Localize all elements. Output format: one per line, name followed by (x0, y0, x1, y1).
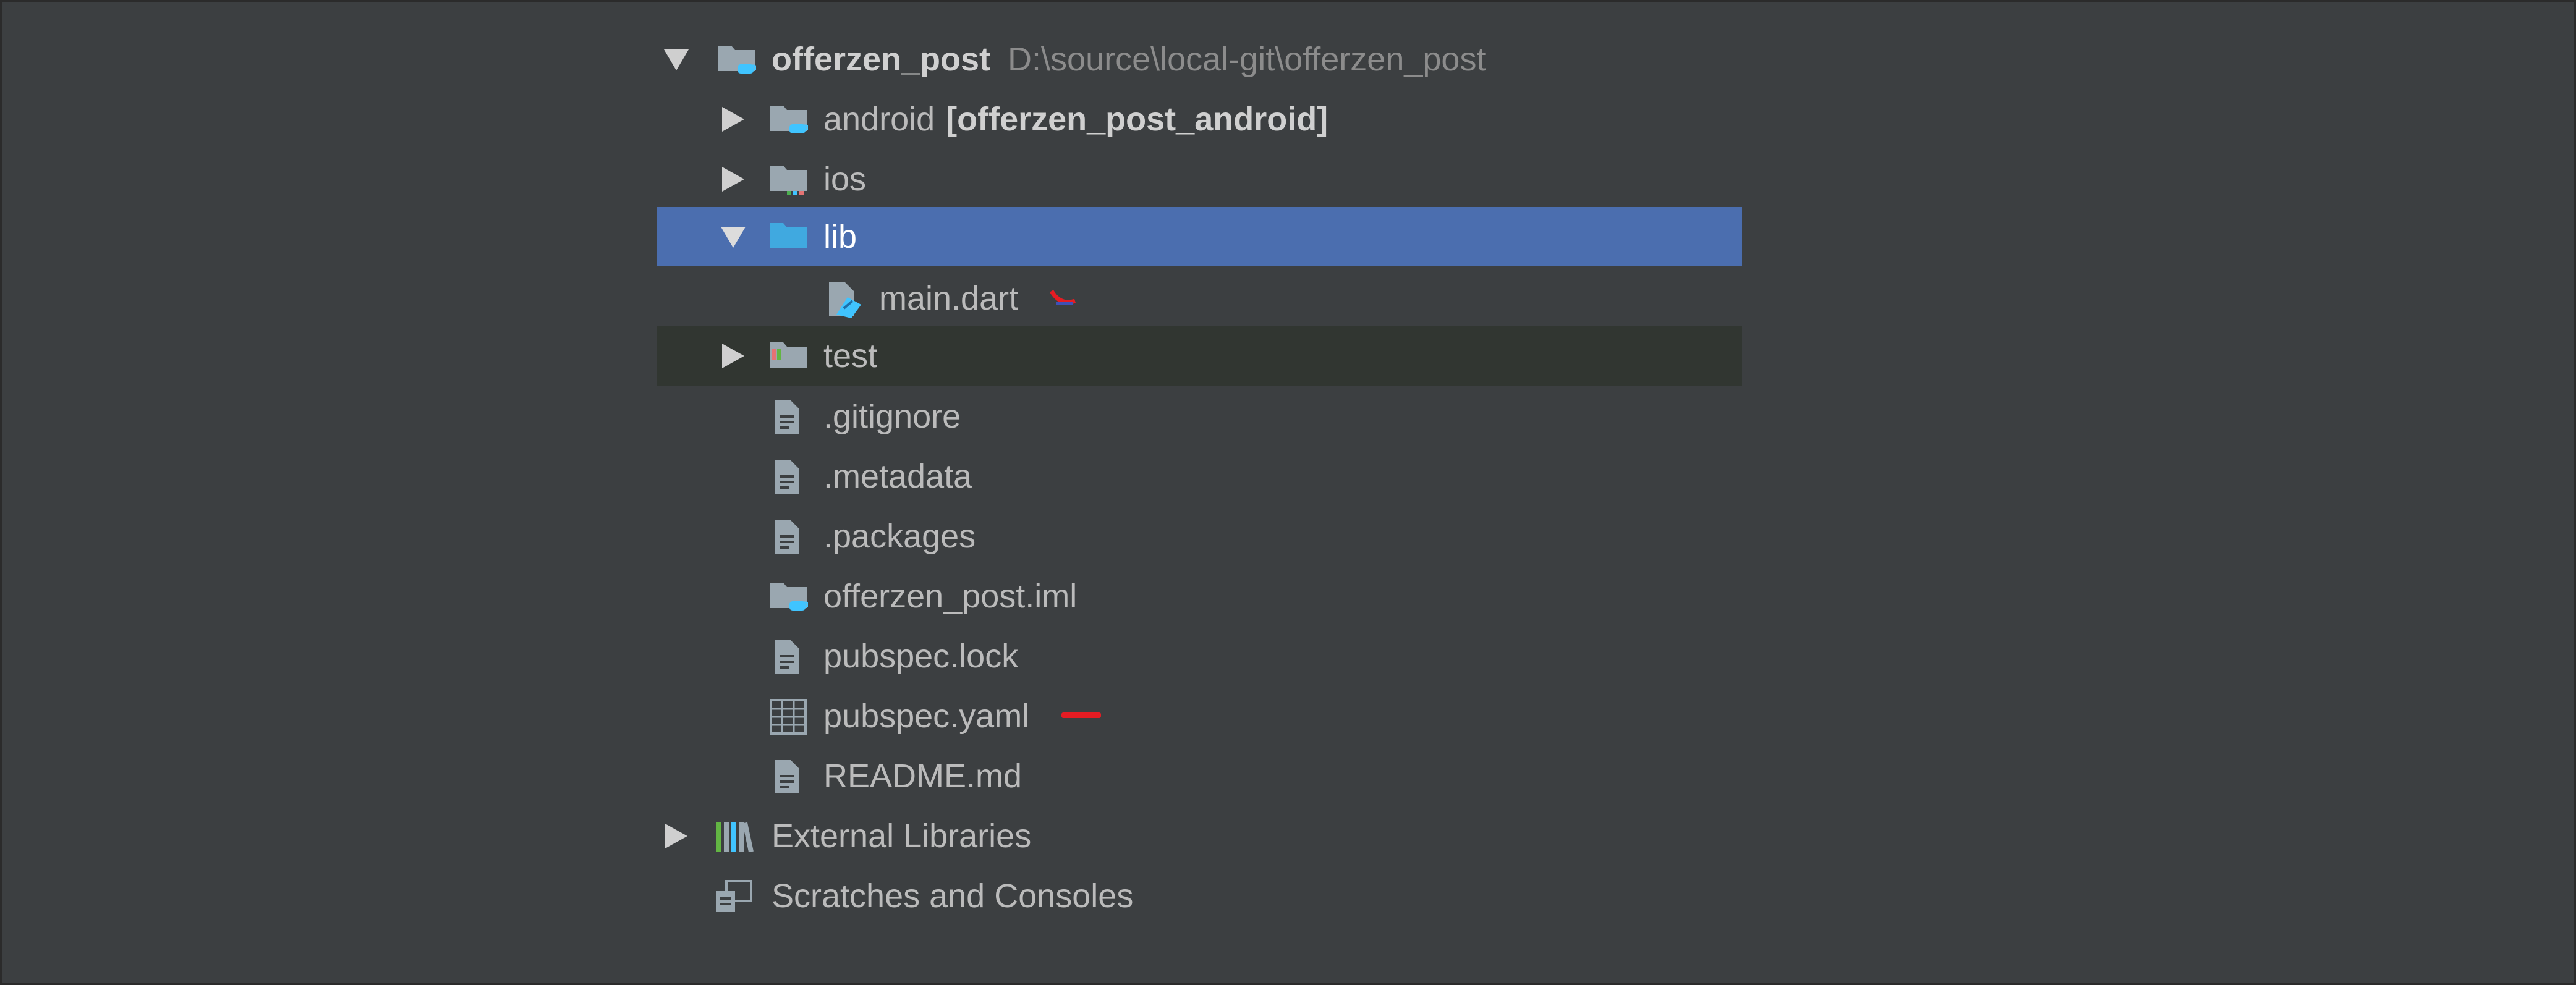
project-path: D:\source\local-git\offerzen_post (1008, 41, 1486, 78)
android-module-folder-icon (770, 106, 808, 133)
yaml-table-file-icon (770, 699, 807, 735)
tree-row-readme[interactable]: README.md (657, 746, 1742, 806)
dart-file-icon (829, 282, 861, 318)
file-label-pubspec-lock: pubspec.lock (823, 638, 1019, 675)
tree-row-ios[interactable]: ios (657, 150, 1742, 209)
file-label-iml: offerzen_post.iml (823, 578, 1078, 615)
text-file-icon (775, 460, 799, 494)
tree-row-pubspec-yaml[interactable]: pubspec.yaml (657, 687, 1742, 746)
file-label-packages: .packages (823, 518, 976, 555)
flutter-module-folder-icon (718, 46, 756, 74)
tree-row-test[interactable]: test (657, 326, 1742, 386)
iml-module-file-icon (770, 583, 808, 611)
tree-row-iml[interactable]: offerzen_post.iml (657, 567, 1742, 626)
tree-row-packages[interactable]: .packages (657, 507, 1742, 566)
test-folder-icon (770, 342, 807, 368)
tree-row-main-dart[interactable]: main.dart (657, 269, 1742, 328)
text-file-icon (775, 400, 799, 434)
tree-row-gitignore[interactable]: .gitignore (657, 387, 1742, 446)
tree-row-android[interactable]: android [offerzen_post_android] (657, 90, 1742, 149)
label-scratches: Scratches and Consoles (772, 877, 1134, 915)
tree-row-pubspec-lock[interactable]: pubspec.lock (657, 627, 1742, 686)
folder-label-test: test (823, 337, 878, 374)
chevron-right-icon[interactable] (663, 822, 690, 850)
chevron-right-icon[interactable] (720, 342, 747, 370)
text-file-icon (775, 520, 799, 554)
tree-row-metadata[interactable]: .metadata (657, 447, 1742, 506)
text-file-icon (775, 760, 799, 793)
tree-row-scratches[interactable]: Scratches and Consoles (657, 866, 1742, 926)
tree-row-root[interactable]: offerzen_post D:\source\local-git\offerze… (657, 30, 1742, 89)
file-label-main-dart: main.dart (879, 280, 1019, 317)
folder-label-ios: ios (823, 161, 867, 198)
folder-label-lib: lib (823, 218, 857, 255)
chevron-down-icon[interactable] (720, 223, 747, 250)
text-file-icon (775, 640, 799, 674)
error-underline-icon (1061, 712, 1101, 718)
chevron-right-icon[interactable] (720, 106, 747, 133)
file-label-metadata: .metadata (823, 458, 972, 495)
project-tree: offerzen_post D:\source\local-git\offerze… (0, 0, 2576, 985)
label-external-libraries: External Libraries (772, 818, 1032, 855)
chevron-down-icon[interactable] (663, 46, 690, 73)
scratches-icon (716, 880, 752, 912)
folder-label-android: android (823, 101, 935, 138)
file-label-readme: README.md (823, 758, 1022, 795)
tree-row-lib[interactable]: lib (657, 207, 1742, 266)
chevron-right-icon[interactable] (720, 166, 747, 193)
file-label-gitignore: .gitignore (823, 398, 961, 435)
ios-folder-icon (770, 166, 807, 195)
file-label-pubspec-yaml: pubspec.yaml (823, 698, 1030, 735)
module-name-android: [offerzen_post_android] (946, 101, 1328, 138)
tree-row-external-libraries[interactable]: External Libraries (657, 806, 1742, 866)
error-badge-icon (1049, 290, 1076, 305)
project-name: offerzen_post (772, 41, 991, 78)
libraries-icon (716, 822, 754, 853)
source-folder-icon (770, 223, 807, 248)
